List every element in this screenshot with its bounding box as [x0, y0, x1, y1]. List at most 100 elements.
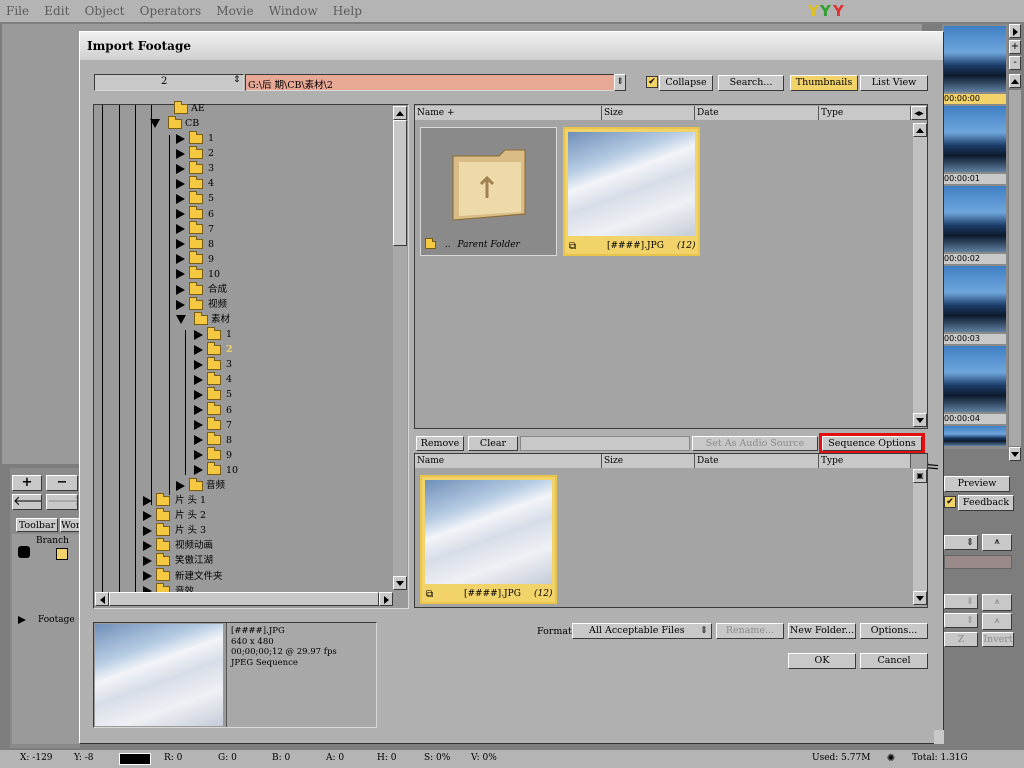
menu-object[interactable]: Object	[85, 4, 125, 18]
tree-hscroll-right[interactable]	[379, 592, 393, 606]
expand-triangle-icon[interactable]	[194, 405, 203, 415]
menu-operators[interactable]: Operators	[140, 4, 201, 18]
expand-triangle-icon[interactable]	[176, 299, 185, 310]
menu-file[interactable]: File	[6, 4, 29, 18]
expand-triangle-icon[interactable]	[194, 465, 203, 476]
value-spinner[interactable]: ⇕	[944, 535, 978, 550]
back-arrow-button[interactable]: 🡐	[12, 494, 42, 510]
tree-scroll-thumb[interactable]	[393, 120, 407, 246]
tree-item-cb-child[interactable]: 5	[176, 190, 214, 206]
expand-triangle-icon[interactable]	[176, 178, 185, 189]
options-button[interactable]: Options...	[860, 623, 928, 639]
tree-item-sucai-child[interactable]: 8	[194, 432, 232, 448]
ok-button[interactable]: OK	[788, 653, 856, 669]
tree-item-sucai-child[interactable]: 9	[194, 447, 232, 463]
remove-button[interactable]: Remove	[416, 436, 464, 451]
tree-item-sucai-child[interactable]: 7	[194, 417, 232, 433]
new-folder-button[interactable]: New Folder...	[788, 623, 856, 639]
tree-item-cb-child[interactable]: 6	[176, 206, 214, 222]
expand-triangle-icon[interactable]	[143, 510, 152, 521]
tree-item-cb-child[interactable]: 9	[176, 251, 214, 267]
expand-triangle-icon[interactable]	[194, 450, 203, 461]
tree-item-root[interactable]: 新建文件夹	[143, 568, 223, 584]
tab-toolbar[interactable]: Toolbar	[16, 518, 58, 532]
feedback-checkbox[interactable]: ✔	[944, 496, 956, 508]
expand-triangle-icon[interactable]	[194, 344, 203, 355]
tree-item-cb-child[interactable]: 10	[176, 266, 220, 282]
menu-movie[interactable]: Movie	[216, 4, 253, 18]
path-input[interactable]: G:\后 期\CB\素材\2	[245, 74, 615, 91]
strip-scroll-up-button[interactable]	[1009, 24, 1021, 38]
collapse-button[interactable]: Collapse	[659, 75, 713, 91]
parent-folder-thumb[interactable]: .. Parent Folder	[420, 127, 557, 256]
selected-scroll-top[interactable]: ▣	[913, 469, 927, 483]
sequence-options-button[interactable]: Sequence Options	[819, 433, 925, 454]
expand-triangle-icon[interactable]	[194, 435, 203, 446]
expand-triangle-icon[interactable]	[194, 389, 203, 400]
menu-help[interactable]: Help	[333, 4, 362, 18]
strip-scroll-up-arrow[interactable]	[1009, 74, 1021, 88]
tree-item-sucai-child[interactable]: 5	[194, 386, 232, 402]
expand-triangle-icon[interactable]	[176, 284, 185, 295]
tree-item-sucai-child[interactable]: 1	[194, 326, 232, 342]
menu-window[interactable]: Window	[269, 4, 318, 18]
col-date[interactable]: Date	[695, 106, 819, 120]
tree-item-cb-child[interactable]: 2	[176, 145, 214, 161]
selected-scroll-track[interactable]	[913, 483, 927, 591]
tree-item-ae[interactable]: AE	[160, 100, 205, 116]
expand-triangle-icon[interactable]	[143, 525, 152, 536]
strip-scroll-down-arrow[interactable]	[1009, 447, 1021, 461]
col-type-lower[interactable]: Type	[819, 454, 911, 468]
list-view-button[interactable]: List View	[860, 75, 928, 91]
expand-triangle-icon[interactable]	[194, 374, 203, 385]
collapse-checkbox[interactable]: ✔	[646, 76, 658, 88]
col-date-lower[interactable]: Date	[695, 454, 819, 468]
tree-item-sucai[interactable]: 素材	[176, 311, 230, 327]
tree-item-root[interactable]: 视频动画	[143, 537, 213, 553]
tab-workspace[interactable]: Wor	[60, 518, 80, 532]
expand-triangle-icon[interactable]	[176, 269, 185, 280]
expand-triangle-icon[interactable]	[143, 555, 152, 566]
search-button[interactable]: Search...	[718, 75, 784, 91]
remove-node-button[interactable]: −	[46, 475, 78, 491]
tree-item-sucai-child[interactable]: 3	[194, 356, 232, 372]
browser-scroll-track[interactable]	[913, 137, 927, 413]
tree-item-cb-child[interactable]: 8	[176, 236, 214, 252]
tree-item-sucai-child[interactable]: 6	[194, 402, 232, 418]
expand-triangle-icon[interactable]	[176, 209, 185, 219]
col-size-lower[interactable]: Size	[602, 454, 695, 468]
tree-item-yinpin[interactable]: 音频	[176, 477, 225, 493]
tree-item-cb-child[interactable]: 7	[176, 221, 214, 237]
tree-scroll-track[interactable]	[393, 246, 407, 576]
feedback-button[interactable]: Feedback	[958, 495, 1014, 511]
tree-item-sucai-child[interactable]: 2	[194, 341, 233, 357]
path-number-spinner[interactable]: 2 ⇕	[94, 74, 244, 91]
tree-item-cb-child[interactable]: 1	[176, 130, 214, 146]
expand-triangle-icon[interactable]	[176, 193, 185, 204]
add-button[interactable]: +	[12, 475, 42, 491]
tree-item-cb-child[interactable]: 3	[176, 160, 214, 176]
col-name[interactable]: Name +	[415, 106, 602, 120]
clear-button[interactable]: Clear	[468, 436, 518, 451]
expand-triangle-icon[interactable]	[194, 329, 203, 340]
expand-triangle-icon[interactable]	[176, 239, 185, 250]
expand-triangle-icon[interactable]	[194, 359, 203, 370]
spinner-arrows-icon[interactable]: ⇕	[233, 75, 241, 85]
expand-triangle-icon[interactable]	[194, 420, 203, 431]
tree-scroll-up[interactable]	[393, 106, 407, 120]
cancel-button[interactable]: Cancel	[860, 653, 928, 669]
dialog-resize-handle[interactable]	[934, 730, 944, 744]
footage-node-icon[interactable]	[56, 548, 68, 560]
col-type[interactable]: Type	[819, 106, 911, 120]
node-icon[interactable]	[18, 546, 30, 558]
tree-item-sucai-child[interactable]: 10	[194, 462, 238, 478]
thumbnails-button[interactable]: Thumbnails	[790, 75, 858, 91]
sequence-thumb[interactable]: ⧉ [####].JPG (12)	[563, 127, 700, 256]
value-field[interactable]	[944, 555, 1012, 569]
expand-triangle-icon[interactable]	[176, 148, 185, 159]
preview-button[interactable]: Preview	[944, 476, 1010, 492]
tree-item-root[interactable]: 片 头 3	[143, 522, 206, 538]
expand-triangle-icon[interactable]	[176, 254, 185, 265]
expand-triangle-icon[interactable]	[143, 540, 152, 551]
graph-icon-button[interactable]: ⩚	[982, 534, 1012, 551]
